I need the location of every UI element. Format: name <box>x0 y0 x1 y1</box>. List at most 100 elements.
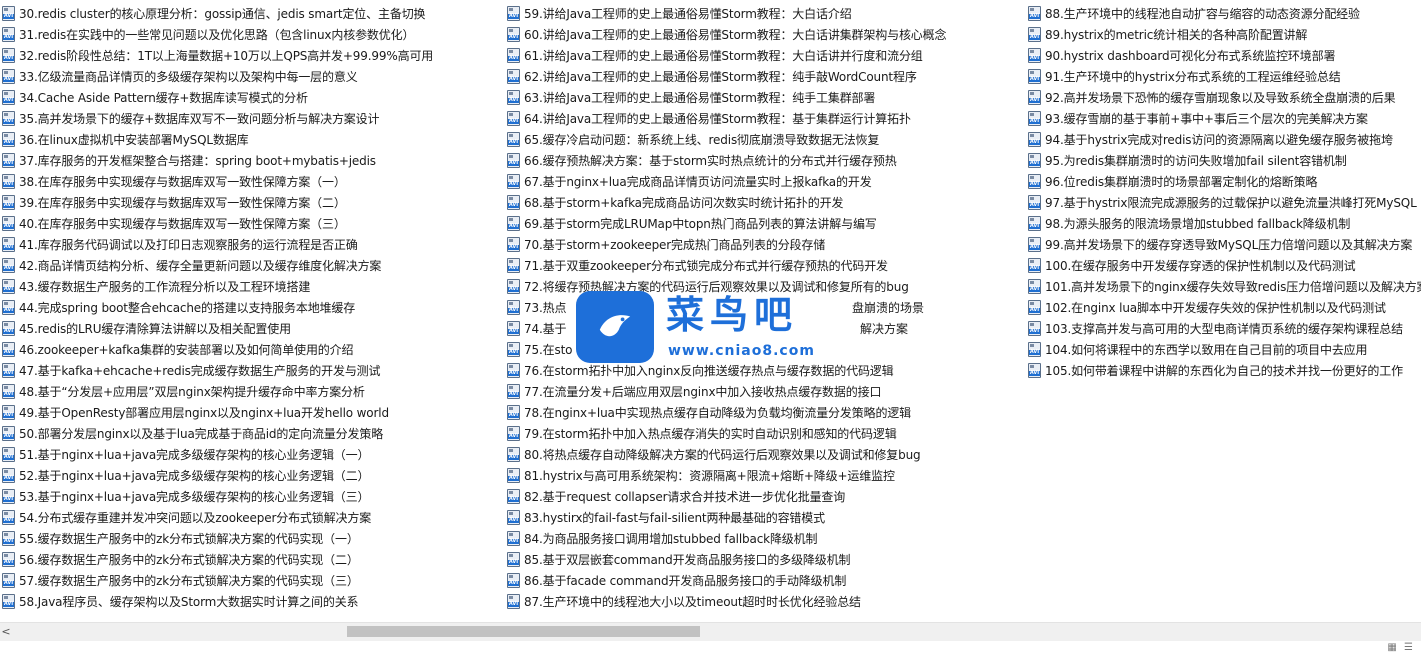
horizontal-scrollbar[interactable]: < <box>0 622 1421 641</box>
file-item[interactable]: AVI 51.基于nginx+lua+java完成多级缓存架构的核心业务逻辑（一） <box>0 444 497 465</box>
file-item[interactable]: AVI 80.将热点缓存自动降级解决方案的代码运行后观察效果以及调试和修复bug <box>505 444 1023 465</box>
file-item[interactable]: AVI 92.高并发场景下恐怖的缓存雪崩现象以及导致系统全盘崩溃的后果 <box>1026 87 1421 108</box>
file-item[interactable]: AVI 49.基于OpenResty部署应用层nginx以及nginx+lua开发… <box>0 402 497 423</box>
file-item[interactable]: AVI 102.在nginx lua脚本中开发缓存失效的保护性机制以及代码测试 <box>1026 297 1421 318</box>
avi-badge: AVI <box>1029 97 1040 103</box>
avi-badge: AVI <box>508 97 519 103</box>
avi-file-icon: AVI <box>507 384 520 399</box>
file-item[interactable]: AVI 67.基于nginx+lua完成商品详情页访问流量实时上报kafka的开发 <box>505 171 1023 192</box>
avi-file-icon: AVI <box>507 48 520 63</box>
file-item[interactable]: AVI 82.基于request collapser请求合并技术进一步优化批量查询 <box>505 486 1023 507</box>
file-name: 77.在流量分发+后端应用双层nginx中加入接收热点缓存数据的接口 <box>524 385 882 399</box>
avi-badge: AVI <box>3 412 14 418</box>
file-name: 92.高并发场景下恐怖的缓存雪崩现象以及导致系统全盘崩溃的后果 <box>1045 91 1396 105</box>
file-item[interactable]: AVI 46.zookeeper+kafka集群的安装部署以及如何简单使用的介绍 <box>0 339 497 360</box>
scrollbar-thumb[interactable] <box>347 626 700 637</box>
file-item[interactable]: AVI 70.基于storm+zookeeper完成热门商品列表的分段存储 <box>505 234 1023 255</box>
file-item[interactable]: AVI 59.讲给Java工程师的史上最通俗易懂Storm教程：大白话介绍 <box>505 3 1023 24</box>
file-item[interactable]: AVI 81.hystrix与高可用系统架构：资源隔离+限流+熔断+降级+运维监控 <box>505 465 1023 486</box>
file-item[interactable]: AVI 105.如何带着课程中讲解的东西化为自己的技术并找一份更好的工作 <box>1026 360 1421 381</box>
file-item[interactable]: AVI 90.hystrix dashboard可视化分布式系统监控环境部署 <box>1026 45 1421 66</box>
avi-badge: AVI <box>3 391 14 397</box>
file-item[interactable]: AVI 38.在库存服务中实现缓存与数据库双写一致性保障方案（一） <box>0 171 497 192</box>
file-item[interactable]: AVI 99.高并发场景下的缓存穿透导致MySQL压力倍增问题以及其解决方案 <box>1026 234 1421 255</box>
file-item[interactable]: AVI 33.亿级流量商品详情页的多级缓存架构以及架构中每一层的意义 <box>0 66 497 87</box>
file-item[interactable]: AVI 45.redis的LRU缓存清除算法讲解以及相关配置使用 <box>0 318 497 339</box>
file-item[interactable]: AVI 91.生产环境中的hystrix分布式系统的工程运维经验总结 <box>1026 66 1421 87</box>
file-name: 102.在nginx lua脚本中开发缓存失效的保护性机制以及代码测试 <box>1045 301 1386 315</box>
file-item[interactable]: AVI 37.库存服务的开发框架整合与搭建：spring boot+mybatis… <box>0 150 497 171</box>
avi-file-icon: AVI <box>507 27 520 42</box>
avi-badge: AVI <box>1029 139 1040 145</box>
avi-badge: AVI <box>508 349 519 355</box>
file-item[interactable]: AVI 79.在storm拓扑中加入热点缓存消失的实时自动识别和感知的代码逻辑 <box>505 423 1023 444</box>
file-item[interactable]: AVI 32.redis阶段性总结：1T以上海量数据+10万以上QPS高并发+99… <box>0 45 497 66</box>
file-item[interactable]: AVI 84.为商品服务接口调用增加stubbed fallback降级机制 <box>505 528 1023 549</box>
file-item[interactable]: AVI 88.生产环境中的线程池自动扩容与缩容的动态资源分配经验 <box>1026 3 1421 24</box>
file-item[interactable]: AVI 35.高并发场景下的缓存+数据库双写不一致问题分析与解决方案设计 <box>0 108 497 129</box>
file-item[interactable]: AVI 52.基于nginx+lua+java完成多级缓存架构的核心业务逻辑（二） <box>0 465 497 486</box>
avi-file-icon: AVI <box>2 6 15 21</box>
file-item[interactable]: AVI 61.讲给Java工程师的史上最通俗易懂Storm教程：大白话讲并行度和流… <box>505 45 1023 66</box>
file-item[interactable]: AVI 78.在nginx+lua中实现热点缓存自动降级为负载均衡流量分发策略的逻… <box>505 402 1023 423</box>
avi-badge: AVI <box>508 412 519 418</box>
file-item[interactable]: AVI 57.缓存数据生产服务中的zk分布式锁解决方案的代码实现（三） <box>0 570 497 591</box>
file-item[interactable]: AVI 42.商品详情页结构分析、缓存全量更新问题以及缓存维度化解决方案 <box>0 255 497 276</box>
file-item[interactable]: AVI 31.redis在实践中的一些常见问题以及优化思路（包含linux内核参数… <box>0 24 497 45</box>
file-item[interactable]: AVI 56.缓存数据生产服务中的zk分布式锁解决方案的代码实现（二） <box>0 549 497 570</box>
file-item[interactable]: AVI 95.为redis集群崩溃时的访问失败增加fail silent容错机制 <box>1026 150 1421 171</box>
file-item[interactable]: AVI 71.基于双重zookeeper分布式锁完成分布式并行缓存预热的代码开发 <box>505 255 1023 276</box>
file-item[interactable]: AVI 36.在linux虚拟机中安装部署MySQL数据库 <box>0 129 497 150</box>
file-item[interactable]: AVI 60.讲给Java工程师的史上最通俗易懂Storm教程：大白话讲集群架构与… <box>505 24 1023 45</box>
file-item[interactable]: AVI 34.Cache Aside Pattern缓存+数据库读写模式的分析 <box>0 87 497 108</box>
file-item[interactable]: AVI 103.支撑高并发与高可用的大型电商详情页系统的缓存架构课程总结 <box>1026 318 1421 339</box>
file-item[interactable]: AVI 50.部署分发层nginx以及基于lua完成基于商品id的定向流量分发策略 <box>0 423 497 444</box>
file-item[interactable]: AVI 85.基于双层嵌套command开发商品服务接口的多级降级机制 <box>505 549 1023 570</box>
file-item[interactable]: AVI 41.库存服务代码调试以及打印日志观察服务的运行流程是否正确 <box>0 234 497 255</box>
file-item[interactable]: AVI 86.基于facade command开发商品服务接口的手动降级机制 <box>505 570 1023 591</box>
file-item[interactable]: AVI 101.高并发场景下的nginx缓存失效导致redis压力倍增问题以及解决… <box>1026 276 1421 297</box>
file-item[interactable]: AVI 89.hystrix的metric统计相关的各种高阶配置讲解 <box>1026 24 1421 45</box>
file-item[interactable]: AVI 98.为源头服务的限流场景增加stubbed fallback降级机制 <box>1026 213 1421 234</box>
file-name: 75.在sto <box>524 343 573 357</box>
avi-file-icon: AVI <box>507 342 520 357</box>
file-item[interactable]: AVI 104.如何将课程中的东西学以致用在自己目前的项目中去应用 <box>1026 339 1421 360</box>
file-item[interactable]: AVI 48.基于“分发层+应用层”双层nginx架构提升缓存命中率方案分析 <box>0 381 497 402</box>
file-item[interactable]: AVI 43.缓存数据生产服务的工作流程分析以及工程环境搭建 <box>0 276 497 297</box>
file-item[interactable]: AVI 44.完成spring boot整合ehcache的搭建以支持服务本地堆缓… <box>0 297 497 318</box>
avi-file-icon: AVI <box>1028 48 1041 63</box>
view-mode-icon[interactable]: ▦ ☰ <box>1387 642 1415 653</box>
file-item[interactable]: AVI 69.基于storm完成LRUMap中topn热门商品列表的算法讲解与编写 <box>505 213 1023 234</box>
file-item[interactable]: AVI 77.在流量分发+后端应用双层nginx中加入接收热点缓存数据的接口 <box>505 381 1023 402</box>
file-item[interactable]: AVI 30.redis cluster的核心原理分析：gossip通信、jedi… <box>0 3 497 24</box>
avi-file-icon: AVI <box>507 69 520 84</box>
file-item[interactable]: AVI 53.基于nginx+lua+java完成多级缓存架构的核心业务逻辑（三） <box>0 486 497 507</box>
avi-file-icon: AVI <box>1028 90 1041 105</box>
avi-file-icon: AVI <box>2 195 15 210</box>
file-item[interactable]: AVI 93.缓存雪崩的基于事前+事中+事后三个层次的完美解决方案 <box>1026 108 1421 129</box>
file-item[interactable]: AVI 65.缓存冷启动问题：新系统上线、redis彻底崩溃导致数据无法恢复 <box>505 129 1023 150</box>
file-name: 56.缓存数据生产服务中的zk分布式锁解决方案的代码实现（二） <box>19 553 359 567</box>
avi-file-icon: AVI <box>2 573 15 588</box>
file-item[interactable]: AVI 47.基于kafka+ehcache+redis完成缓存数据生产服务的开发… <box>0 360 497 381</box>
file-item[interactable]: AVI 97.基于hystrix限流完成源服务的过载保护以避免流量洪峰打死MySQ… <box>1026 192 1421 213</box>
file-item[interactable]: AVI 55.缓存数据生产服务中的zk分布式锁解决方案的代码实现（一） <box>0 528 497 549</box>
file-item[interactable]: AVI 68.基于storm+kafka完成商品访问次数实时统计拓扑的开发 <box>505 192 1023 213</box>
file-item[interactable]: AVI 87.生产环境中的线程池大小以及timeout超时时长优化经验总结 <box>505 591 1023 612</box>
file-item[interactable]: AVI 66.缓存预热解决方案：基于storm实时热点统计的分布式并行缓存预热 <box>505 150 1023 171</box>
file-item[interactable]: AVI 62.讲给Java工程师的史上最通俗易懂Storm教程：纯手敲WordCo… <box>505 66 1023 87</box>
scroll-left-icon[interactable]: < <box>0 625 12 639</box>
file-item[interactable]: AVI 100.在缓存服务中开发缓存穿透的保护性机制以及代码测试 <box>1026 255 1421 276</box>
file-item[interactable]: AVI 83.hystirx的fail-fast与fail-silient两种最基… <box>505 507 1023 528</box>
file-item[interactable]: AVI 64.讲给Java工程师的史上最通俗易懂Storm教程：基于集群运行计算拓… <box>505 108 1023 129</box>
file-name: 65.缓存冷启动问题：新系统上线、redis彻底崩溃导致数据无法恢复 <box>524 133 880 147</box>
file-item[interactable]: AVI 40.在库存服务中实现缓存与数据库双写一致性保障方案（三） <box>0 213 497 234</box>
file-item[interactable]: AVI 94.基于hystrix完成对redis访问的资源隔离以避免缓存服务被拖垮 <box>1026 129 1421 150</box>
file-item[interactable]: AVI 58.Java程序员、缓存架构以及Storm大数据实时计算之间的关系 <box>0 591 497 612</box>
file-item[interactable]: AVI 54.分布式缓存重建并发冲突问题以及zookeeper分布式锁解决方案 <box>0 507 497 528</box>
file-name: 94.基于hystrix完成对redis访问的资源隔离以避免缓存服务被拖垮 <box>1045 133 1393 147</box>
file-item[interactable]: AVI 63.讲给Java工程师的史上最通俗易懂Storm教程：纯手工集群部署 <box>505 87 1023 108</box>
file-item[interactable]: AVI 96.位redis集群崩溃时的场景部署定制化的熔断策略 <box>1026 171 1421 192</box>
file-name: 70.基于storm+zookeeper完成热门商品列表的分段存储 <box>524 238 826 252</box>
file-item[interactable]: AVI 39.在库存服务中实现缓存与数据库双写一致性保障方案（二） <box>0 192 497 213</box>
